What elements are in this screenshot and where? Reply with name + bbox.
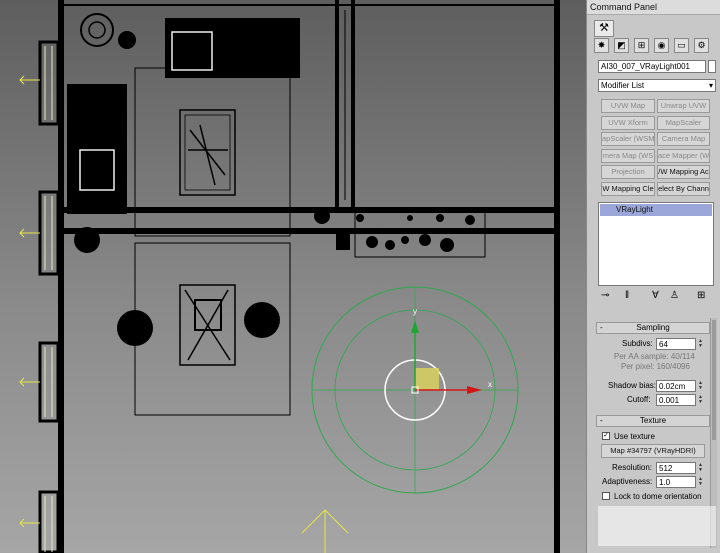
- lock-dome-label: Lock to dome orientation: [614, 492, 702, 501]
- shadow-bias-spinner-icon[interactable]: ▲ ▼: [698, 381, 704, 391]
- modifier-button[interactable]: UVW Map: [601, 99, 655, 113]
- per-aa-sample-text: Per AA sample: 40/114: [614, 352, 695, 361]
- display-tab-icon[interactable]: ▭: [674, 38, 689, 53]
- shadow-bias-field[interactable]: 0.02cm: [656, 380, 696, 392]
- modifier-button[interactable]: ace Mapper (W: [657, 148, 710, 163]
- vraylight-gizmo[interactable]: [311, 286, 519, 494]
- hierarchy-tab-icon[interactable]: ⊞: [634, 38, 649, 53]
- modifier-button[interactable]: Projection: [601, 165, 655, 179]
- lock-dome-checkbox[interactable]: [602, 492, 610, 500]
- adaptiveness-label: Adaptiveness:: [602, 477, 653, 486]
- per-pixel-text: Per pixel: 160/4096: [621, 362, 690, 371]
- utilities-tab-icon[interactable]: ⚙: [694, 38, 709, 53]
- configure-sets-icon[interactable]: ⊞: [697, 290, 705, 302]
- resolution-label: Resolution:: [612, 463, 653, 472]
- object-color-swatch[interactable]: [708, 60, 716, 73]
- modifier-button[interactable]: elect By Chann: [657, 181, 710, 196]
- floorplan-drawing: [19, 0, 560, 553]
- modifier-button[interactable]: MapScaler: [657, 115, 710, 130]
- armchair-left: [117, 310, 153, 346]
- subdivs-label: Subdivs:: [622, 339, 653, 348]
- resolution-field[interactable]: 512: [656, 462, 696, 474]
- coffee-table-top: [179, 109, 236, 196]
- gizmo-y-label: y: [413, 307, 417, 316]
- modifier-button[interactable]: Unwrap UVW: [657, 99, 710, 113]
- sofa-left: [67, 84, 127, 214]
- make-unique-icon[interactable]: ∀: [652, 290, 659, 302]
- coffee-table-bottom: [179, 284, 236, 366]
- modifier-list-dropdown[interactable]: Modifier List ▾: [598, 79, 716, 92]
- show-end-result-icon[interactable]: ‖: [625, 290, 629, 302]
- cutoff-spinner-icon[interactable]: ▲ ▼: [698, 395, 704, 405]
- cutoff-label: Cutoff:: [627, 395, 651, 404]
- watermark-overlay: [598, 506, 716, 546]
- shadow-bias-label: Shadow bias:: [608, 381, 657, 390]
- create-tab-icon[interactable]: ✸: [594, 38, 609, 53]
- adaptiveness-field[interactable]: 1.0: [656, 476, 696, 488]
- texture-title: Texture: [639, 416, 667, 425]
- modifier-button[interactable]: W Mapping Cle: [601, 181, 655, 196]
- modifier-button[interactable]: UVW Xform: [601, 115, 655, 130]
- sofa-top: [165, 18, 300, 78]
- command-panel-title: Command Panel: [587, 0, 720, 15]
- subdivs-field[interactable]: 64: [656, 338, 696, 350]
- use-texture-label: Use texture: [614, 432, 655, 441]
- plant: [80, 13, 114, 47]
- sampling-title: Sampling: [636, 323, 670, 332]
- modifier-button[interactable]: apScaler (WSM: [601, 132, 655, 146]
- modifier-list-label: Modifier List: [601, 81, 645, 90]
- texture-rollout[interactable]: - Texture: [596, 415, 710, 427]
- armchair-right: [244, 302, 280, 338]
- modifier-button[interactable]: /W Mapping Ac: [657, 165, 710, 179]
- motion-tab-icon[interactable]: ◉: [654, 38, 669, 53]
- modifier-button[interactable]: Camera Map: [657, 132, 710, 146]
- cutoff-field[interactable]: 0.001: [656, 394, 696, 406]
- window-frames: [38, 40, 60, 553]
- resolution-spinner-icon[interactable]: ▲ ▼: [698, 463, 704, 473]
- stack-item-vraylight[interactable]: VRayLight: [600, 204, 712, 216]
- subdivs-spinner-icon[interactable]: ▲ ▼: [698, 339, 704, 349]
- modifier-button[interactable]: mera Map (WS: [601, 148, 655, 163]
- scrollbar-thumb[interactable]: [712, 320, 716, 440]
- object-name-field[interactable]: AI30_007_VRayLight001: [598, 60, 706, 73]
- hammer-icon[interactable]: ⚒: [594, 20, 614, 37]
- perspective-viewport[interactable]: y x: [0, 0, 586, 553]
- gizmo-x-label: x: [488, 380, 492, 389]
- pin-stack-icon[interactable]: ⊸: [601, 290, 609, 302]
- adaptiveness-spinner-icon[interactable]: ▲ ▼: [698, 477, 704, 487]
- remove-modifier-icon[interactable]: ♙: [670, 290, 679, 302]
- chevron-down-icon: ▾: [708, 81, 713, 90]
- use-texture-checkbox[interactable]: ✓: [602, 432, 610, 440]
- modifier-stack[interactable]: VRayLight: [598, 202, 714, 286]
- sampling-rollout[interactable]: - Sampling: [596, 322, 710, 334]
- modify-tab-icon[interactable]: ◩: [614, 38, 629, 53]
- texture-map-button[interactable]: Map #34797 (VRayHDRI): [601, 444, 705, 458]
